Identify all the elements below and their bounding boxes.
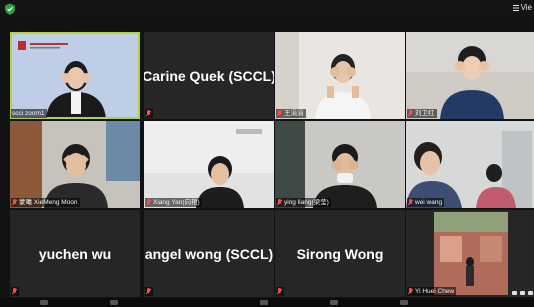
participant-label bbox=[276, 287, 284, 296]
participant-name: Carine Quek (SCCL) bbox=[144, 67, 274, 84]
record-button[interactable] bbox=[330, 300, 338, 305]
mute-button[interactable] bbox=[40, 300, 48, 305]
mic-muted-icon bbox=[146, 288, 151, 295]
view-label: Vie bbox=[520, 3, 532, 12]
mic-muted-icon bbox=[408, 288, 413, 295]
gallery-grid: scci zoom1 Carine Quek (SCCL) 王涓涓 刘卫红 蒙曦… bbox=[8, 30, 534, 298]
participant-tile[interactable]: Xiang Yan(向艳) bbox=[144, 121, 274, 208]
participant-video bbox=[10, 121, 140, 208]
chat-icon[interactable] bbox=[520, 291, 525, 295]
participant-tile[interactable]: yuchen wu bbox=[10, 210, 140, 297]
participant-name: angel wong (SCCL) bbox=[144, 245, 274, 262]
mic-muted-icon bbox=[408, 110, 413, 117]
participant-tile[interactable]: Carine Quek (SCCL) bbox=[144, 32, 274, 119]
participant-video bbox=[275, 121, 405, 208]
gear-icon[interactable] bbox=[528, 291, 533, 295]
mic-muted-icon bbox=[146, 199, 151, 206]
participant-name: yuchen wu bbox=[38, 245, 112, 262]
reactions-button[interactable] bbox=[400, 300, 408, 305]
video-button[interactable] bbox=[110, 300, 118, 305]
meeting-toolbar bbox=[0, 298, 534, 307]
participant-label: Xiang Yan(向艳) bbox=[145, 198, 202, 207]
participant-label: 王涓涓 bbox=[276, 109, 306, 118]
participant-label: wei wang bbox=[407, 198, 445, 207]
participant-video bbox=[144, 121, 274, 208]
mic-muted-icon bbox=[408, 199, 413, 206]
participant-tile[interactable]: ying liang(梁莹) bbox=[275, 121, 405, 208]
share-button[interactable] bbox=[260, 300, 268, 305]
participant-label: ying liang(梁莹) bbox=[276, 198, 331, 207]
participant-tile[interactable]: Yi Huei Chew bbox=[406, 210, 534, 297]
participant-video bbox=[406, 121, 534, 208]
mic-muted-icon bbox=[277, 110, 282, 117]
shield-icon[interactable] bbox=[4, 3, 16, 15]
participant-tile[interactable]: Sirong Wong bbox=[275, 210, 405, 297]
sccl-logo-icon bbox=[18, 41, 26, 50]
participant-video bbox=[406, 32, 534, 119]
video-controls bbox=[512, 291, 533, 295]
participant-video bbox=[406, 210, 534, 297]
mic-muted-icon bbox=[146, 110, 151, 117]
participant-tile[interactable]: 刘卫红 bbox=[406, 32, 534, 119]
participant-label bbox=[145, 287, 153, 296]
participant-tile[interactable]: 王涓涓 bbox=[275, 32, 405, 119]
participant-label: Yi Huei Chew bbox=[407, 287, 457, 296]
participant-tile[interactable]: scci zoom1 bbox=[10, 32, 140, 119]
mic-muted-icon bbox=[277, 199, 282, 206]
participant-label: 刘卫红 bbox=[407, 109, 437, 118]
participant-name: Sirong Wong bbox=[296, 245, 384, 262]
participant-tile[interactable]: wei wang bbox=[406, 121, 534, 208]
participant-video bbox=[10, 32, 140, 119]
camera-icon[interactable] bbox=[512, 291, 517, 295]
mic-muted-icon bbox=[277, 288, 282, 295]
participant-label bbox=[11, 287, 19, 296]
participant-video bbox=[275, 32, 405, 119]
top-bar: Vie bbox=[0, 0, 534, 18]
participant-tile[interactable]: angel wong (SCCL) bbox=[144, 210, 274, 297]
participant-label bbox=[145, 109, 153, 118]
participant-tile[interactable]: 蒙曦 XieMeng Moon bbox=[10, 121, 140, 208]
mic-muted-icon bbox=[12, 288, 17, 295]
participant-label: scci zoom1 bbox=[11, 109, 47, 118]
view-bars-icon bbox=[512, 4, 519, 11]
view-button[interactable]: Vie bbox=[512, 3, 532, 12]
mic-muted-icon bbox=[12, 199, 17, 206]
participant-label: 蒙曦 XieMeng Moon bbox=[11, 198, 80, 207]
